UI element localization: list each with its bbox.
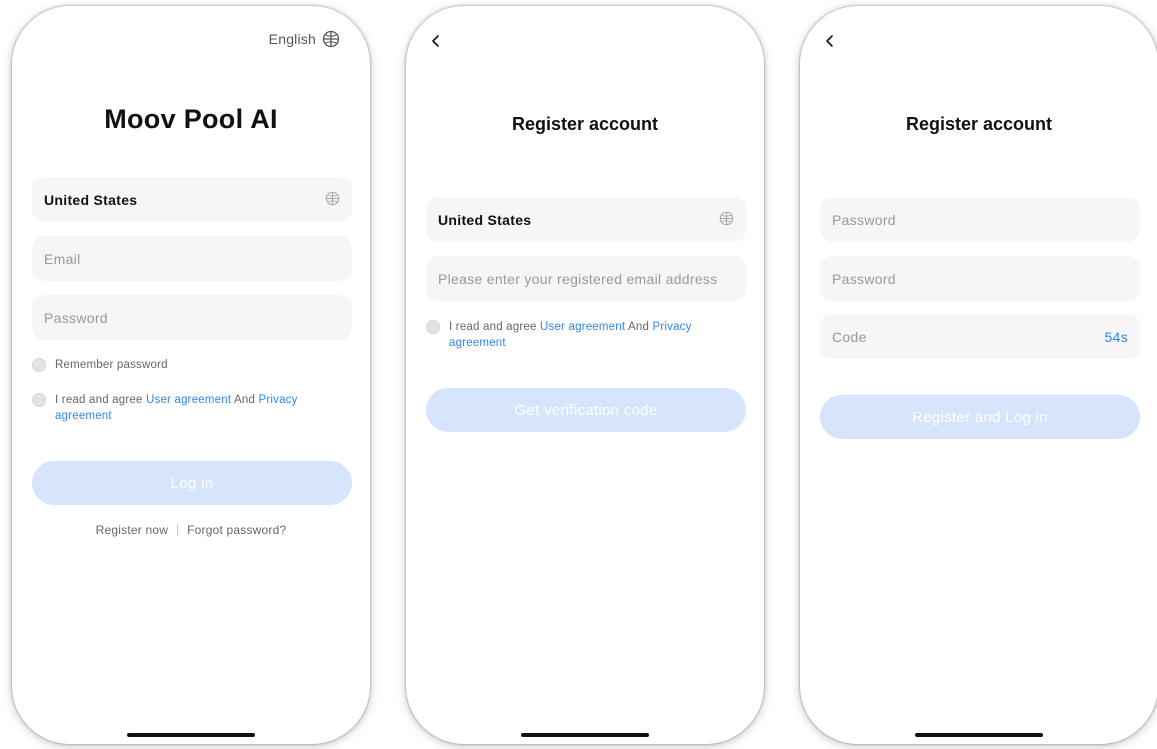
resend-countdown[interactable]: 54s — [1105, 329, 1128, 345]
country-value: United States — [44, 191, 138, 208]
user-agreement-link[interactable]: User agreement — [146, 394, 231, 406]
login-screen: English Moov Pool AI United States Email… — [12, 6, 370, 744]
forgot-password-link[interactable]: Forgot password? — [187, 523, 286, 537]
verification-code-field[interactable]: Code 54s — [820, 314, 1140, 359]
chevron-left-icon[interactable] — [428, 32, 444, 50]
confirm-password-field[interactable]: Password — [820, 256, 1140, 301]
get-verification-code-button[interactable]: Get verification code — [426, 388, 746, 432]
remember-radio[interactable] — [32, 358, 46, 372]
home-indicator — [521, 733, 649, 737]
agreement-text: I read and agree User agreement And Priv… — [449, 319, 726, 351]
language-label: English — [268, 31, 316, 47]
agreement-radio[interactable] — [426, 320, 440, 334]
page-title: Register account — [511, 114, 659, 134]
agreement-text: I read and agree User agreement And Priv… — [55, 392, 332, 424]
country-selector[interactable]: United States — [426, 197, 746, 242]
link-divider — [177, 524, 179, 536]
page-title: Register account — [905, 114, 1053, 134]
password-placeholder: Password — [44, 309, 108, 326]
email-field[interactable]: Email — [32, 236, 352, 281]
confirm-password-placeholder: Password — [832, 270, 896, 287]
register-and-login-button[interactable]: Register and Log in — [820, 395, 1140, 439]
password-field[interactable]: Password — [32, 295, 352, 340]
globe-icon — [325, 191, 340, 209]
agreement-and: And — [231, 394, 259, 406]
remember-label: Remember password — [55, 359, 168, 371]
country-value: United States — [438, 211, 532, 228]
login-button[interactable]: Log in — [32, 461, 352, 505]
agreement-prefix: I read and agree — [449, 321, 540, 333]
country-selector[interactable]: United States — [32, 177, 352, 222]
user-agreement-link[interactable]: User agreement — [540, 321, 625, 333]
app-title: Moov Pool AI — [104, 104, 278, 134]
chevron-left-icon[interactable] — [822, 32, 838, 50]
email-placeholder: Please enter your registered email addre… — [438, 270, 718, 287]
home-indicator — [915, 733, 1043, 737]
agreement-and: And — [625, 321, 653, 333]
auth-links: Register now Forgot password? — [12, 523, 370, 537]
email-placeholder: Email — [44, 250, 81, 267]
language-switcher[interactable]: English — [269, 30, 340, 48]
password-field[interactable]: Password — [820, 197, 1140, 242]
globe-icon — [719, 211, 734, 229]
register-now-link[interactable]: Register now — [96, 523, 168, 537]
register-password-screen: Register account Password Password Code … — [800, 6, 1157, 744]
agreement-radio[interactable] — [32, 393, 46, 407]
register-email-screen: Register account United States Please en… — [406, 6, 764, 744]
agreement-row: I read and agree User agreement And Priv… — [426, 319, 726, 351]
agreement-row: I read and agree User agreement And Priv… — [32, 392, 332, 424]
agreement-prefix: I read and agree — [55, 394, 146, 406]
email-field[interactable]: Please enter your registered email addre… — [426, 256, 746, 301]
code-placeholder: Code — [832, 328, 867, 345]
home-indicator — [127, 733, 255, 737]
remember-password-row[interactable]: Remember password — [32, 357, 332, 373]
globe-icon — [322, 30, 340, 48]
password-placeholder: Password — [832, 211, 896, 228]
